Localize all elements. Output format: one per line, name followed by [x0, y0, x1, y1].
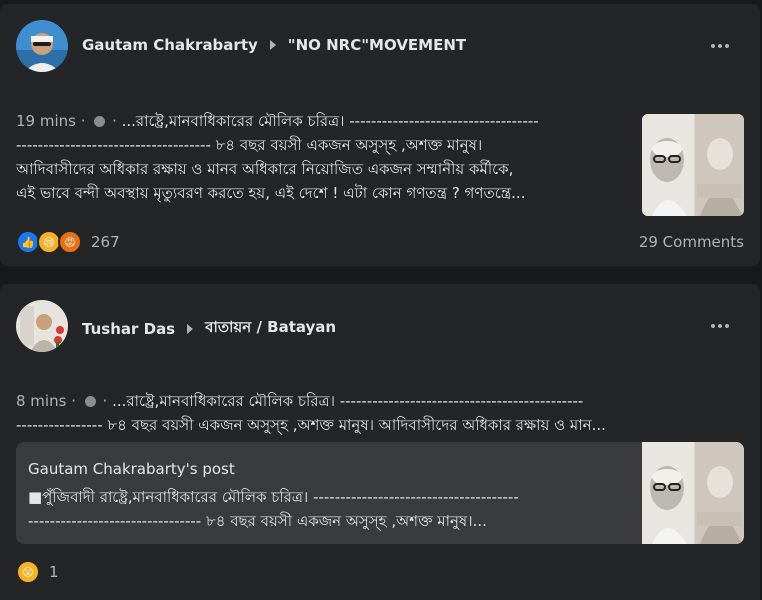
post-card: Gautam Chakrabarty "NO NRC"MOVEMENT 19 m… [0, 4, 760, 266]
globe-icon [84, 396, 96, 407]
comments-count[interactable]: 29 Comments [639, 233, 744, 251]
avatar[interactable] [16, 300, 68, 352]
shared-post-image[interactable] [642, 442, 744, 544]
post-text: আদিবাসীদের অধিকার রক্ষায় ও মানব অধিকারে… [16, 160, 514, 178]
post-text-line: 19 mins · · ...রাষ্ট্রে,মানবাধিকারের মৌল… [16, 110, 628, 135]
post-text: ...রাষ্ট্রে,মানবাধিকারের মৌলিক চরিত্র। -… [121, 112, 539, 130]
shared-post-preview[interactable]: Gautam Chakrabarty's post ■পুঁজিবাদী রাষ… [16, 442, 744, 544]
dot-separator: · [107, 112, 122, 130]
post-text: ---------------- ৮৪ বছর বয়সী একজন অসুস্… [16, 416, 606, 434]
post-text: এই ভাবে বন্দী অবস্থায় মৃত্যুবরণ করতে হয… [16, 184, 526, 202]
caret-right-icon [187, 323, 194, 334]
dot-separator: · [80, 112, 91, 130]
post-card: Tushar Das বাতায়ন / Batayan 8 mins · · … [0, 284, 760, 600]
avatar[interactable] [16, 20, 68, 72]
author-name[interactable]: Tushar Das [82, 320, 175, 338]
more-options-icon[interactable] [708, 34, 732, 58]
reaction-count: 1 [49, 563, 59, 581]
post-header: Gautam Chakrabarty "NO NRC"MOVEMENT [16, 20, 744, 76]
dot-separator: · [97, 392, 113, 410]
reaction-summary[interactable]: 😮 1 [16, 560, 59, 584]
caret-right-icon [269, 40, 276, 50]
shared-post-title: Gautam Chakrabarty's post [28, 460, 235, 478]
post-header-line: Tushar Das বাতায়ন / Batayan [82, 316, 336, 341]
shared-post-text: ■পুঁজিবাদী রাষ্ট্রে,মানবাধিকারের মৌলিক চ… [28, 488, 519, 506]
group-name[interactable]: বাতায়ন / Batayan [205, 316, 336, 341]
dot-separator: · [71, 392, 81, 410]
post-text: ...রাষ্ট্রে,মানবাধিকারের মৌলিক চরিত্র। -… [112, 392, 584, 410]
reaction-count: 267 [91, 233, 120, 251]
reaction-summary[interactable]: 👍 😢 😡 267 [16, 230, 120, 254]
post-header: Tushar Das বাতায়ন / Batayan [16, 300, 744, 356]
globe-icon [94, 116, 106, 127]
timestamp[interactable]: 8 mins [16, 392, 66, 410]
angry-reaction-icon: 😡 [58, 230, 82, 254]
group-name[interactable]: "NO NRC"MOVEMENT [288, 36, 466, 54]
shared-post-text: -------------------------------- ৮৪ বছর … [28, 512, 487, 530]
more-options-icon[interactable] [708, 314, 732, 338]
timestamp[interactable]: 19 mins [16, 112, 76, 130]
post-text-line: 8 mins · · ...রাষ্ট্রে,মানবাধিকারের মৌলি… [16, 390, 744, 415]
post-image[interactable] [642, 114, 744, 216]
wow-reaction-icon: 😮 [16, 560, 40, 584]
post-text: ------------------------------------ ৮৪ … [16, 136, 483, 154]
author-name[interactable]: Gautam Chakrabarty [82, 36, 258, 54]
post-header-line: Gautam Chakrabarty "NO NRC"MOVEMENT [82, 36, 466, 54]
